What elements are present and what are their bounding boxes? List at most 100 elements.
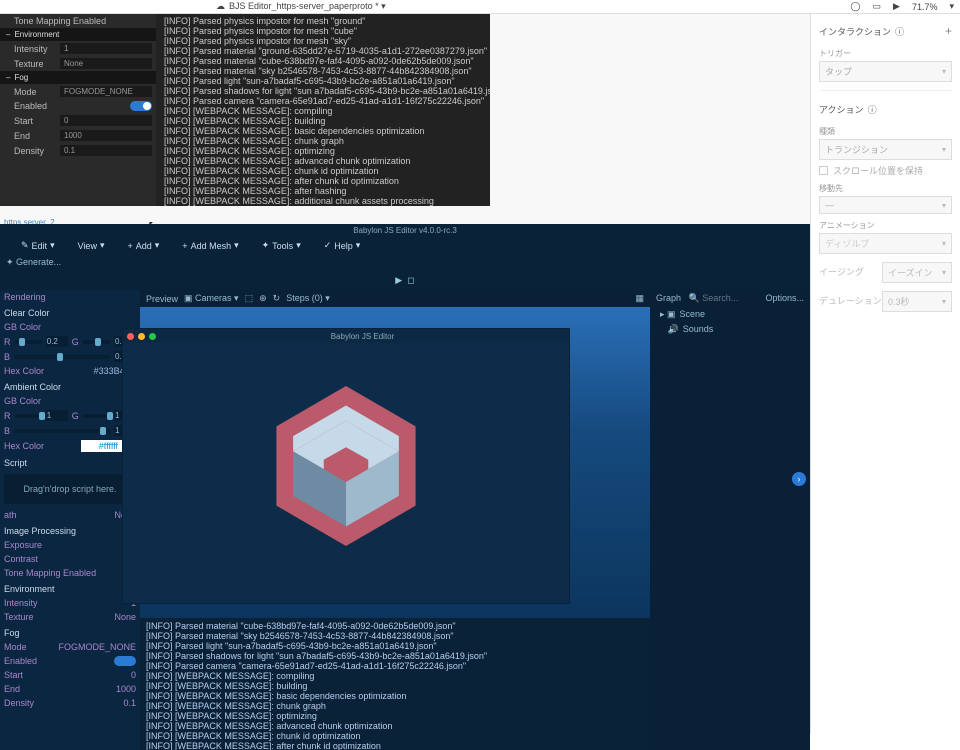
scene-node[interactable]: ▸ ▣ Scene (650, 307, 810, 322)
design-side-panel: インタラクションⓘ+ トリガー タップ アクションⓘ 種類 トランジション スク… (810, 14, 960, 734)
splash-window: Babylon JS Editor (122, 328, 570, 604)
fog-start-value[interactable]: 0 (60, 115, 152, 126)
generate-button[interactable]: ✦ Generate... (6, 257, 61, 268)
r-input[interactable] (46, 336, 68, 347)
fog-mode-value[interactable]: FOGMODE_NONE (60, 86, 152, 97)
type-label: 種類 (819, 126, 952, 137)
b-slider[interactable] (14, 355, 110, 359)
script-section: Script (0, 454, 140, 470)
graph-panel: Graph 🔍 Search...Options... ▸ ▣ Scene 🔊 … (650, 290, 810, 750)
anim-label: アニメーション (819, 220, 952, 231)
trigger-label: トリガー (819, 48, 952, 59)
viewport-tool-1[interactable]: ⬚ (245, 293, 254, 304)
cloud-icon: ☁ (216, 1, 225, 12)
enab2-toggle[interactable] (114, 656, 136, 666)
type-select[interactable]: トランジション (819, 139, 952, 160)
start2-label: Start (4, 670, 23, 680)
fog-enabled-toggle[interactable] (130, 101, 152, 111)
min-dot-icon[interactable] (138, 333, 145, 340)
env-section: Environment (0, 580, 140, 596)
tex2-value[interactable]: None (114, 612, 136, 622)
graph-title: Graph (656, 293, 681, 303)
script-dropzone[interactable]: Drag'n'drop script here. (4, 474, 136, 504)
tone-mapping-label: Tone Mapping Enabled (14, 16, 106, 26)
r2-input[interactable] (46, 410, 68, 421)
menu-tools[interactable]: ✦ Tools ▾ (247, 240, 305, 251)
document-title[interactable]: ☁ BJS Editor_https-server_paperproto * ▾ (216, 1, 386, 12)
graph-options[interactable]: Options... (765, 293, 804, 303)
menu-help[interactable]: ✓ Help ▾ (309, 240, 365, 251)
r2-slider[interactable] (15, 414, 42, 418)
cameras-dropdown[interactable]: ▣ Cameras ▾ (184, 293, 239, 304)
fog-enabled-label: Enabled (14, 101, 60, 111)
add-interaction-button[interactable]: + (945, 24, 952, 38)
exposure-label: Exposure (4, 540, 42, 550)
dens2-label: Density (4, 698, 34, 708)
duration-select[interactable]: 0.3秒 (882, 291, 952, 312)
menu-add[interactable]: + Add ▾ (112, 240, 163, 251)
section-fog[interactable]: Fog (0, 71, 156, 84)
menu-edit[interactable]: ✎ Edit ▾ (6, 240, 59, 251)
imgproc-section: Image Processing (0, 522, 140, 538)
section-environment[interactable]: Environment (0, 28, 156, 41)
stop-button[interactable]: ◻ (407, 275, 414, 285)
texture-label: Texture (14, 59, 60, 69)
steps-dropdown[interactable]: Steps (0) ▾ (286, 293, 330, 304)
rgb-label: GB Color (4, 322, 41, 332)
viewport-tool-4[interactable]: ▦ (635, 293, 644, 304)
texture-value[interactable]: None (60, 58, 152, 69)
hex-label: Hex Color (4, 366, 44, 376)
zoom-level[interactable]: 71.7% (912, 2, 938, 12)
close-dot-icon[interactable] (127, 333, 134, 340)
editor2-menubar: ✎ Edit ▾ View ▾ + Add ▾ + Add Mesh ▾ ✦ T… (0, 237, 810, 254)
int2-label: Intensity (4, 598, 38, 608)
graph-search[interactable]: Search... (702, 293, 738, 303)
r-slider[interactable] (15, 340, 42, 344)
tmap-label: Tone Mapping Enabled (4, 568, 96, 578)
fog-density-value[interactable]: 0.1 (60, 145, 152, 156)
dens2-value[interactable]: 0.1 (123, 698, 136, 708)
info-icon-2[interactable]: ⓘ (868, 103, 877, 116)
anim-select[interactable]: ディゾルブ (819, 233, 952, 254)
inspector-panel-2: Rendering Clear Color GB Color RG B Hex … (0, 290, 140, 750)
mode2-value[interactable]: FOGMODE_NONE (58, 642, 136, 652)
prototype-canvas[interactable]: Tone Mapping Enabled Environment Intensi… (0, 14, 810, 734)
user-icon[interactable]: ◯ (850, 1, 860, 12)
easing-select[interactable]: イーズイン (882, 262, 952, 283)
scroll-checkbox[interactable] (819, 166, 828, 175)
prototype-link-fab[interactable]: › (792, 472, 806, 486)
scroll-label: スクロール位置を保持 (833, 164, 923, 177)
preview-label: Preview (146, 294, 178, 304)
duration-label: デュレーション (819, 294, 882, 307)
sounds-node[interactable]: 🔊 Sounds (650, 322, 810, 337)
fog2-section: Fog (0, 624, 140, 640)
babylon-logo-icon (276, 386, 416, 546)
start2-value[interactable]: 0 (131, 670, 136, 680)
moveto-select[interactable]: — (819, 196, 952, 214)
menu-view[interactable]: View ▾ (63, 240, 109, 251)
max-dot-icon[interactable] (149, 333, 156, 340)
enab2-label: Enabled (4, 656, 37, 666)
g-slider[interactable] (83, 340, 110, 344)
trigger-select[interactable]: タップ (819, 61, 952, 82)
easing-label: イージング (819, 265, 864, 278)
viewport-tool-2[interactable]: ⊕ (259, 293, 267, 304)
mode2-label: Mode (4, 642, 27, 652)
info-icon[interactable]: ⓘ (895, 25, 904, 38)
ambient-section: Ambient Color (0, 378, 140, 394)
viewport-tool-3[interactable]: ↻ (273, 293, 281, 304)
chevron-down-icon[interactable]: ▾ (949, 1, 954, 12)
tex2-label: Texture (4, 612, 34, 622)
fog-end-value[interactable]: 1000 (60, 130, 152, 141)
intensity-value[interactable]: 1 (60, 43, 152, 54)
play-icon[interactable]: ▶ (893, 1, 900, 12)
end2-value[interactable]: 1000 (116, 684, 136, 694)
rgb2-label: GB Color (4, 396, 41, 406)
menu-add-mesh[interactable]: + Add Mesh ▾ (167, 240, 242, 251)
b2-slider[interactable] (14, 429, 110, 433)
g2-slider[interactable] (83, 414, 110, 418)
console-2: [INFO] Parsed material "cube-638bd97e-fa… (140, 618, 650, 750)
device-icon[interactable]: ▭ (873, 1, 882, 12)
play-button[interactable]: ▶ (395, 275, 402, 285)
fog-start-label: Start (14, 116, 60, 126)
